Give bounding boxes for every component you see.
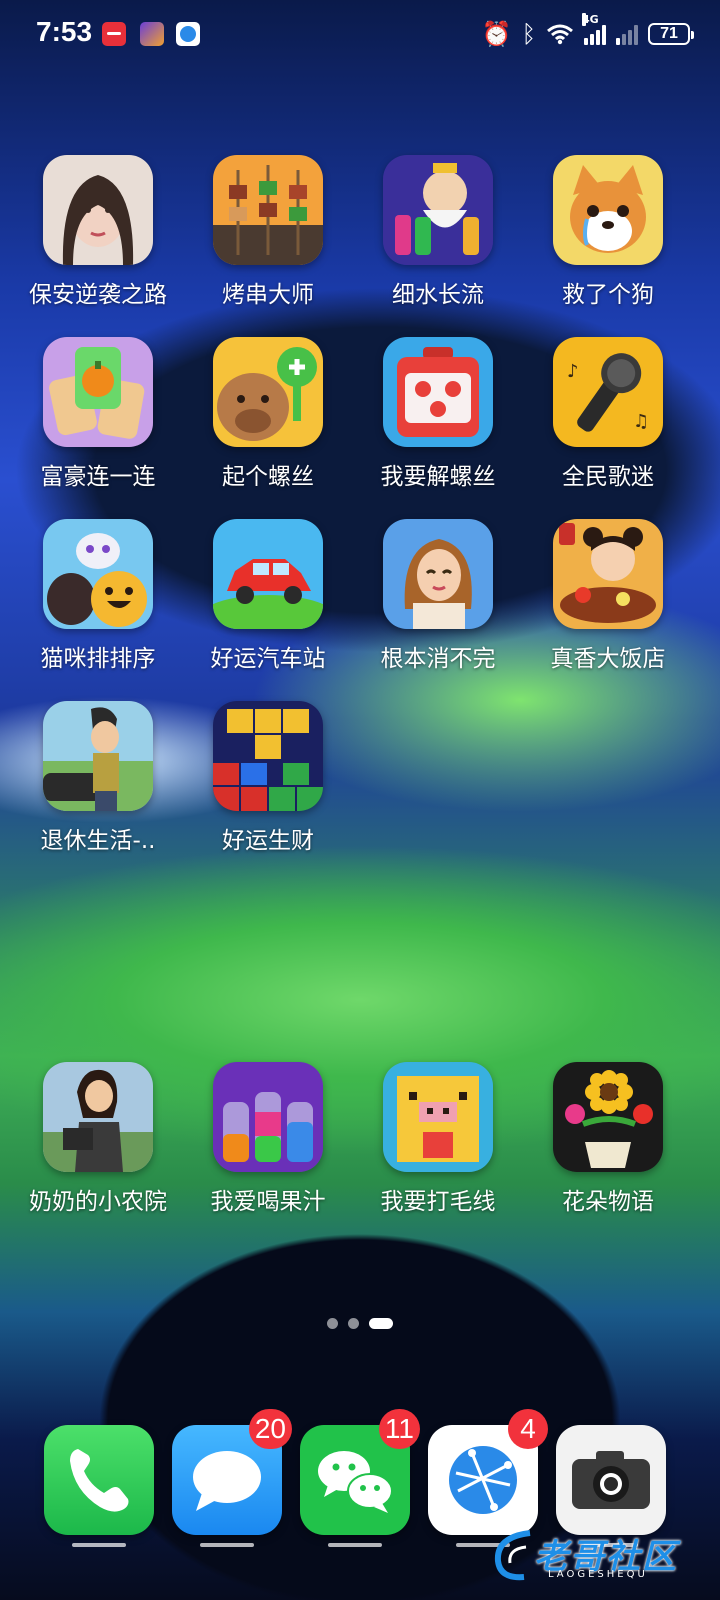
app-tuixiu[interactable]: 退休生活-.. bbox=[13, 701, 183, 871]
pumpkin-cards-icon bbox=[43, 337, 153, 447]
flower-pot-icon bbox=[553, 1062, 663, 1172]
dock-indicator bbox=[72, 1543, 126, 1547]
watermark-subtext: LAOGESHEQU bbox=[548, 1569, 648, 1580]
app-label: 真香大饭店 bbox=[550, 646, 666, 672]
app-huaduowuyu[interactable]: 花朵物语 bbox=[523, 1062, 693, 1232]
block-puzzle-icon bbox=[213, 701, 323, 811]
app-fuhao[interactable]: 富豪连一连 bbox=[13, 337, 183, 507]
app-label: 花朵物语 bbox=[562, 1189, 654, 1215]
businesswoman-icon bbox=[43, 1062, 153, 1172]
app-xishui[interactable]: 细水长流 bbox=[353, 155, 523, 325]
app-label: 我要解螺丝 bbox=[380, 464, 496, 490]
app-label: 我要打毛线 bbox=[380, 1189, 496, 1215]
status-bar: 7:53 ⏰ ᛒ 4G 71 bbox=[0, 0, 720, 70]
app-label: 退休生活-.. bbox=[40, 828, 156, 854]
watermark-swirl-icon bbox=[494, 1530, 531, 1581]
dock-browser[interactable]: 4 bbox=[428, 1409, 548, 1547]
page-indicator[interactable] bbox=[0, 1318, 720, 1329]
unread-badge: 4 bbox=[508, 1409, 548, 1449]
battery-icon: 71 bbox=[648, 23, 694, 45]
dock-messages[interactable]: 20 bbox=[172, 1409, 292, 1547]
app-label: 起个螺丝 bbox=[222, 464, 314, 490]
app-baoan[interactable]: 保安逆袭之路 bbox=[13, 155, 183, 325]
juice-bottles-icon bbox=[213, 1062, 323, 1172]
huawei-icon bbox=[102, 22, 126, 46]
app-label: 好运生财 bbox=[222, 828, 314, 854]
cats-icon bbox=[43, 519, 153, 629]
app-label: 保安逆袭之路 bbox=[29, 282, 167, 308]
svg-text:♫: ♫ bbox=[633, 411, 649, 432]
app-label: 烤串大师 bbox=[222, 282, 314, 308]
dock-phone[interactable] bbox=[44, 1425, 154, 1547]
status-icons: ⏰ ᛒ 4G 71 bbox=[481, 13, 694, 50]
app-quanmingemi[interactable]: ♪ ♫ 全民歌迷 bbox=[523, 337, 693, 507]
microphone-icon: ♪ ♫ bbox=[553, 337, 663, 447]
app-kaochuan[interactable]: 烤串大师 bbox=[183, 155, 353, 325]
battery-level: 71 bbox=[660, 25, 678, 42]
app-label: 富豪连一连 bbox=[40, 464, 156, 490]
dock-indicator bbox=[328, 1543, 382, 1547]
app-label: 全民歌迷 bbox=[562, 464, 654, 490]
app-label: 救了个狗 bbox=[562, 282, 654, 308]
retired-man-icon bbox=[43, 701, 153, 811]
browser-icon bbox=[176, 22, 200, 46]
dock-indicator bbox=[200, 1543, 254, 1547]
app-nainaixiaonongyuan[interactable]: 奶奶的小农院 bbox=[13, 1062, 183, 1232]
app-haoyunqiche[interactable]: 好运汽车站 bbox=[183, 519, 353, 689]
alarm-icon: ⏰ bbox=[481, 20, 512, 48]
water-sort-icon bbox=[383, 155, 493, 265]
app-maomi[interactable]: 猫咪排排序 bbox=[13, 519, 183, 689]
girl-portrait-icon bbox=[43, 155, 153, 265]
phone-icon bbox=[44, 1425, 154, 1535]
app-genbenxiaobuwan[interactable]: 根本消不完 bbox=[353, 519, 523, 689]
woman-portrait-icon bbox=[383, 519, 493, 629]
app-haoyunshengcai[interactable]: 好运生财 bbox=[183, 701, 353, 871]
app-jiulegegou[interactable]: 救了个狗 bbox=[523, 155, 693, 325]
capybara-screw-icon bbox=[213, 337, 323, 447]
cellular-signal-2-icon bbox=[616, 23, 638, 45]
game-icon bbox=[140, 22, 164, 46]
app-label: 细水长流 bbox=[392, 282, 484, 308]
app-woyaodamaoxian[interactable]: 我要打毛线 bbox=[353, 1062, 523, 1232]
chef-girl-icon bbox=[553, 519, 663, 629]
app-jieluosi[interactable]: 我要解螺丝 bbox=[353, 337, 523, 507]
bluetooth-icon: ᛒ bbox=[521, 20, 536, 48]
app-label: 根本消不完 bbox=[380, 646, 496, 672]
page-dot-1[interactable] bbox=[327, 1318, 338, 1329]
page-dot-2[interactable] bbox=[348, 1318, 359, 1329]
app-label: 好运汽车站 bbox=[210, 646, 326, 672]
clock: 7:53 bbox=[36, 16, 93, 47]
dock-wechat[interactable]: 11 bbox=[300, 1409, 420, 1547]
red-toolbox-icon bbox=[383, 337, 493, 447]
shiba-dog-icon bbox=[553, 155, 663, 265]
skewers-icon bbox=[213, 155, 323, 265]
page-dot-3-active[interactable] bbox=[369, 1318, 393, 1329]
red-car-icon bbox=[213, 519, 323, 629]
cellular-signal-icon: 4G bbox=[582, 13, 606, 45]
unread-badge: 20 bbox=[248, 1409, 292, 1449]
svg-text:♪: ♪ bbox=[567, 361, 579, 382]
app-label: 奶奶的小农院 bbox=[29, 1189, 167, 1215]
dock-camera[interactable] bbox=[556, 1425, 666, 1547]
app-woaihe[interactable]: 我爱喝果汁 bbox=[183, 1062, 353, 1232]
unread-badge: 11 bbox=[378, 1409, 420, 1449]
wifi-icon bbox=[547, 24, 573, 45]
app-qigeluosi[interactable]: 起个螺丝 bbox=[183, 337, 353, 507]
app-zhenxiangfandian[interactable]: 真香大饭店 bbox=[523, 519, 693, 689]
app-label: 我爱喝果汁 bbox=[210, 1189, 326, 1215]
app-label: 猫咪排排序 bbox=[40, 646, 156, 672]
watermark-logo: 老哥社区 LAOGESHEQU bbox=[490, 1525, 700, 1585]
pixel-pig-icon bbox=[383, 1062, 493, 1172]
network-type-label: 4G bbox=[582, 13, 599, 26]
camera-icon bbox=[556, 1425, 666, 1535]
